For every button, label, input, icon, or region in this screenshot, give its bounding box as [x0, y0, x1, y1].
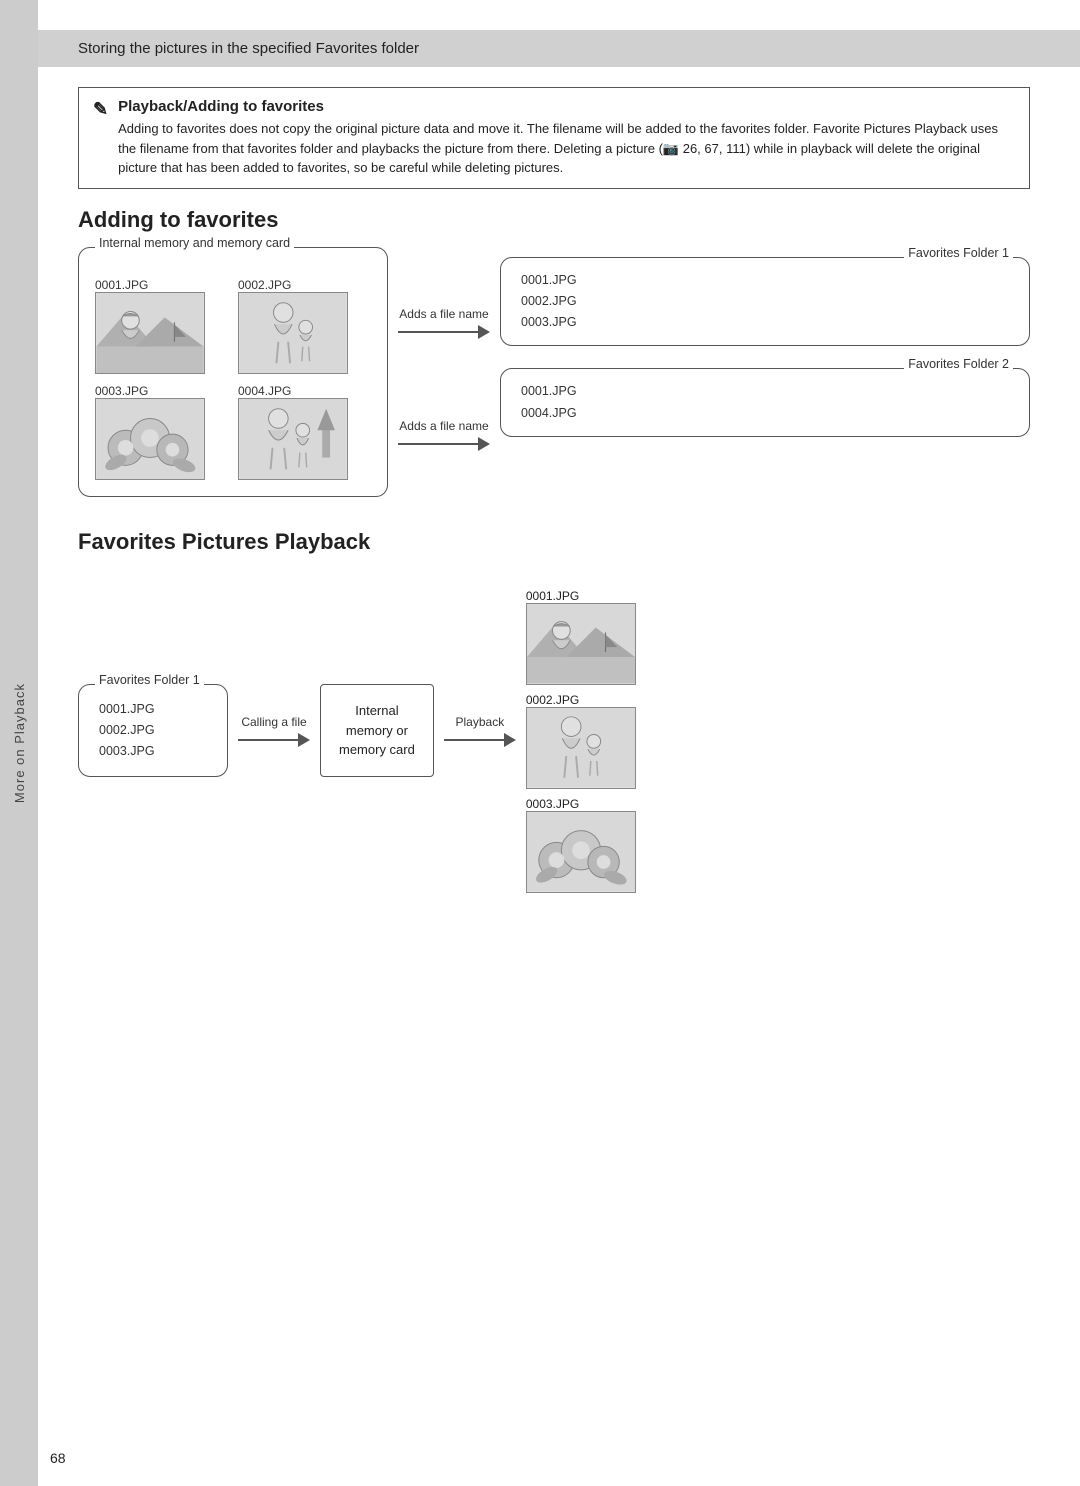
sidebar-label: More on Playback [12, 683, 27, 803]
note-box: ✎ Playback/Adding to favorites Adding to… [78, 87, 1030, 189]
note-body: Adding to favorites does not copy the or… [118, 119, 1015, 178]
photo-filename: 0004.JPG [238, 384, 291, 398]
fav-folder-1-label: Favorites Folder 1 [904, 246, 1013, 260]
playback-title: Favorites Pictures Playback [78, 529, 1030, 555]
right-folders: Favorites Folder 1 0001.JPG 0002.JPG 000… [500, 247, 1030, 437]
middle-arrows: Adds a file name Adds a file name [388, 247, 500, 511]
list-item: 0004.JPG [521, 403, 1009, 424]
photo-filename: 0002.JPG [238, 278, 291, 292]
playback-label: Playback [456, 715, 505, 729]
arrow-2 [398, 437, 490, 451]
playback-thumb-2 [526, 707, 636, 789]
playback-thumb-3 [526, 811, 636, 893]
playback-arrow-2 [444, 733, 516, 747]
note-content: Playback/Adding to favorites Adding to f… [118, 98, 1015, 178]
fav-folder-1-files: 0001.JPG 0002.JPG 0003.JPG [521, 270, 1009, 334]
main-content: Storing the pictures in the specified Fa… [38, 0, 1080, 1486]
arrow-1 [398, 325, 490, 339]
list-item: 0002.JPG [238, 278, 371, 374]
photo-thumb [95, 398, 205, 480]
photo-filename: 0003.JPG [95, 384, 148, 398]
photo-filename: 0001.JPG [95, 278, 148, 292]
arrow-group-1: Adds a file name [398, 307, 490, 339]
list-item: 0001.JPG [521, 270, 1009, 291]
adding-diagram: Internal memory and memory card 0001.JPG [78, 247, 1030, 511]
source-box-label: Internal memory and memory card [95, 236, 294, 250]
list-item: 0003.JPG [521, 312, 1009, 333]
playback-arrow-1-group: Calling a file [228, 705, 320, 757]
header-banner: Storing the pictures in the specified Fa… [38, 30, 1080, 67]
arrow-label-2: Adds a file name [399, 419, 488, 433]
photo-thumb [238, 398, 348, 480]
list-item: 0001.JPG [526, 589, 636, 685]
list-item: 0003.JPG [99, 741, 207, 762]
playback-arrow-2-group: Playback [434, 705, 526, 757]
list-item: 0001.JPG [99, 699, 207, 720]
fav-folder-2-label: Favorites Folder 2 [904, 357, 1013, 371]
playback-results: 0001.JPG [526, 569, 636, 893]
photo-thumb [95, 292, 205, 374]
result-filename-1: 0001.JPG [526, 589, 579, 603]
source-box: Internal memory and memory card 0001.JPG [78, 247, 388, 497]
list-item: 0002.JPG [99, 720, 207, 741]
note-icon: ✎ [93, 99, 108, 120]
sidebar: More on Playback [0, 0, 38, 1486]
note-title: Playback/Adding to favorites [118, 98, 1015, 115]
adding-title: Adding to favorites [78, 207, 1030, 233]
playback-thumb-1 [526, 603, 636, 685]
list-item: 0002.JPG [526, 693, 636, 789]
list-item: 0001.JPG [521, 381, 1009, 402]
calling-label: Calling a file [241, 715, 306, 729]
list-item: 0003.JPG [95, 384, 228, 480]
header-title: Storing the pictures in the specified Fa… [78, 40, 419, 57]
playback-source-box: Favorites Folder 1 0001.JPG 0002.JPG 000… [78, 684, 228, 778]
photo-thumb [238, 292, 348, 374]
list-item: 0001.JPG [95, 278, 228, 374]
playback-arrow-1 [238, 733, 310, 747]
playback-middle-box: Internalmemory ormemory card [320, 684, 434, 777]
arrow-group-2: Adds a file name [398, 419, 490, 451]
result-filename-3: 0003.JPG [526, 797, 579, 811]
result-filename-2: 0002.JPG [526, 693, 579, 707]
list-item: 0002.JPG [521, 291, 1009, 312]
list-item: 0003.JPG [526, 797, 636, 893]
playback-middle-label: Internalmemory ormemory card [339, 703, 415, 757]
fav-folder-2-files: 0001.JPG 0004.JPG [521, 381, 1009, 424]
photo-grid: 0001.JPG [95, 278, 371, 480]
favorites-folder-2: Favorites Folder 2 0001.JPG 0004.JPG [500, 368, 1030, 437]
playback-diagram: Favorites Folder 1 0001.JPG 0002.JPG 000… [78, 569, 1030, 893]
page-number: 68 [50, 1450, 66, 1466]
playback-source-files: 0001.JPG 0002.JPG 0003.JPG [99, 699, 207, 763]
arrow-label-1: Adds a file name [399, 307, 488, 321]
playback-source-label: Favorites Folder 1 [95, 673, 204, 687]
favorites-folder-1: Favorites Folder 1 0001.JPG 0002.JPG 000… [500, 257, 1030, 347]
list-item: 0004.JPG [238, 384, 371, 480]
